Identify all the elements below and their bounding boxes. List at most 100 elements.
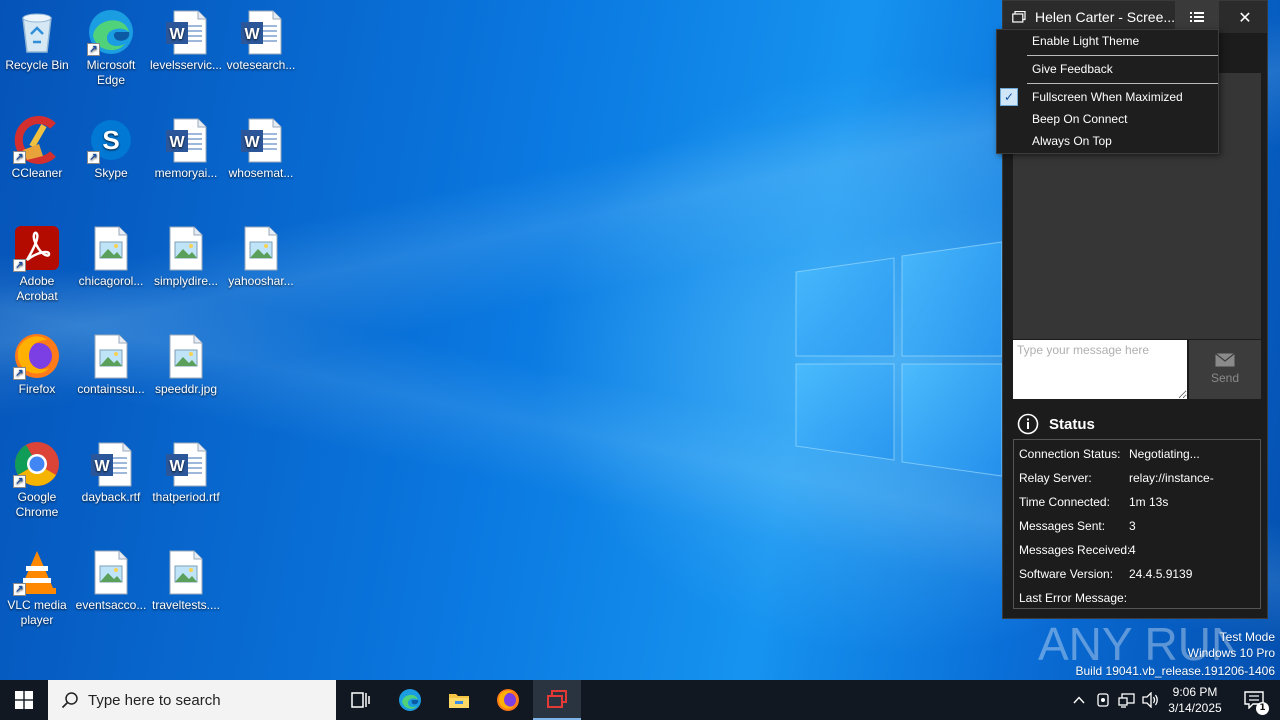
desktop-icon[interactable]: ↗ Adobe Acrobat: [0, 220, 75, 304]
shortcut-arrow-icon: ↗: [13, 583, 26, 596]
desktop-icon[interactable]: Wwhosemat...: [223, 112, 299, 181]
recycle-bin-icon: [13, 8, 61, 56]
desktop-icon-label: Adobe Acrobat: [16, 274, 58, 303]
image-file-icon: [237, 224, 285, 272]
desktop-icon[interactable]: Wthatperiod.rtf: [148, 436, 224, 505]
taskbar-file-explorer-button[interactable]: [435, 680, 483, 720]
menu-item-light-theme[interactable]: Enable Light Theme: [997, 30, 1218, 52]
desktop-icon[interactable]: Wvotesearch...: [223, 4, 299, 73]
desktop-icon-label: yahooshar...: [228, 274, 294, 288]
close-button[interactable]: ✕: [1223, 1, 1267, 33]
desktop-icon[interactable]: Recycle Bin: [0, 4, 75, 73]
tray-overflow-button[interactable]: [1068, 680, 1090, 720]
svg-text:S: S: [102, 125, 119, 155]
status-header: Status: [1017, 413, 1095, 435]
svg-text:W: W: [169, 458, 185, 475]
message-input[interactable]: [1013, 340, 1187, 399]
close-icon: ✕: [1238, 7, 1252, 27]
desktop-icon-label: memoryai...: [154, 166, 218, 180]
image-file-icon: [162, 224, 210, 272]
status-row: Messages Received: 4: [1014, 538, 1260, 562]
status-key: Last Error Message:: [1019, 591, 1128, 605]
desktop-icon[interactable]: traveltests....: [148, 544, 224, 613]
clock-date: 3/14/2025: [1168, 701, 1222, 715]
taskbar-search-box[interactable]: Type here to search: [48, 680, 336, 720]
shortcut-arrow-icon: ↗: [13, 259, 26, 272]
taskbar-firefox-button[interactable]: [484, 680, 532, 720]
status-value: 4: [1129, 543, 1136, 557]
send-button[interactable]: Send: [1189, 340, 1261, 399]
taskbar-remote-support-button[interactable]: [533, 680, 581, 720]
desktop-icon[interactable]: Wmemoryai...: [148, 112, 224, 181]
status-key: Messages Received:: [1019, 543, 1131, 557]
status-row: Messages Sent: 3: [1014, 514, 1260, 538]
status-value: 1m 13s: [1129, 495, 1169, 509]
taskbar-clock[interactable]: 9:06 PM 3/14/2025: [1162, 684, 1228, 716]
send-label: Send: [1210, 371, 1240, 385]
status-row: Last Error Message:: [1014, 586, 1260, 610]
shortcut-arrow-icon: ↗: [87, 151, 100, 164]
tray-remote-button[interactable]: [1092, 680, 1114, 720]
desktop-icon[interactable]: Wlevelsservic...: [148, 4, 224, 73]
desktop-icon[interactable]: containssu...: [73, 328, 149, 397]
desktop-icon-label: levelsservic...: [149, 58, 223, 72]
desktop-icon-label: speeddr.jpg: [154, 382, 218, 396]
desktop-icon-label: Firefox: [18, 382, 56, 396]
menu-item-give-feedback[interactable]: Give Feedback: [997, 58, 1218, 80]
desktop-icon-label: votesearch...: [226, 58, 296, 72]
firefox-icon: [497, 689, 519, 711]
firefox-icon: ↗: [13, 332, 61, 380]
menu-item-beep-on-connect[interactable]: Beep On Connect: [997, 108, 1218, 130]
edge-icon: [399, 689, 421, 711]
svg-text:W: W: [169, 26, 185, 43]
desktop-icon-label: simplydire...: [153, 274, 218, 288]
start-button[interactable]: [0, 680, 48, 720]
desktop-icon-label: thatperiod.rtf: [152, 490, 220, 504]
status-key: Messages Sent:: [1019, 519, 1106, 533]
shortcut-arrow-icon: ↗: [13, 151, 26, 164]
desktop-icon-label: chicagorol...: [78, 274, 144, 288]
watermark-brand: ANY RUN: [1038, 618, 1233, 670]
desktop-icon[interactable]: speeddr.jpg: [148, 328, 224, 397]
menu-item-label: Beep On Connect: [1032, 112, 1128, 126]
status-row: Time Connected: 1m 13s: [1014, 490, 1260, 514]
desktop-icon-label: Microsoft Edge: [86, 58, 136, 87]
tray-network-button[interactable]: [1116, 680, 1138, 720]
status-key: Time Connected:: [1019, 495, 1110, 509]
anyrun-watermark-logo: ANY RUN: [1038, 618, 1233, 670]
desktop-icon[interactable]: Wdayback.rtf: [73, 436, 149, 505]
taskbar-edge-button[interactable]: [386, 680, 434, 720]
task-view-button[interactable]: [336, 680, 384, 720]
svg-text:W: W: [94, 458, 110, 475]
tray-volume-button[interactable]: [1140, 680, 1162, 720]
desktop-icon[interactable]: ↗ Microsoft Edge: [73, 4, 149, 88]
windows-start-icon: [15, 691, 33, 709]
window-restore-icon: [1012, 11, 1026, 23]
desktop-icon[interactable]: chicagorol...: [73, 220, 149, 289]
status-key: Connection Status:: [1019, 447, 1121, 461]
action-center-button[interactable]: 1: [1236, 680, 1272, 720]
acrobat-icon: ↗: [13, 224, 61, 272]
menu-item-fullscreen-maximized[interactable]: ✓ Fullscreen When Maximized: [997, 86, 1218, 108]
desktop-icon[interactable]: simplydire...: [148, 220, 224, 289]
menu-item-label: Always On Top: [1032, 134, 1112, 148]
image-file-icon: [87, 224, 135, 272]
menu-item-always-on-top[interactable]: Always On Top: [997, 130, 1218, 152]
desktop-icon-label: Recycle Bin: [5, 58, 69, 72]
desktop-icon[interactable]: ↗ VLC media player: [0, 544, 75, 628]
desktop-icon[interactable]: ↗ Google Chrome: [0, 436, 75, 520]
desktop-icon-label: dayback.rtf: [81, 490, 141, 504]
desktop-icon[interactable]: ↗ Firefox: [0, 328, 75, 397]
remote-tray-icon: [1097, 693, 1109, 707]
menu-item-label: Give Feedback: [1032, 62, 1113, 76]
word-doc-icon: W: [162, 440, 210, 488]
options-dropdown-menu: Enable Light Theme Give Feedback ✓ Fulls…: [996, 29, 1219, 154]
desktop-icon[interactable]: ↗ CCleaner: [0, 112, 75, 181]
image-file-icon: [87, 548, 135, 596]
word-doc-icon: W: [162, 8, 210, 56]
status-key: Relay Server:: [1019, 471, 1092, 485]
desktop-icon[interactable]: S ↗ Skype: [73, 112, 149, 181]
menu-separator: [1027, 55, 1218, 56]
desktop-icon[interactable]: eventsacco...: [73, 544, 149, 613]
desktop-icon[interactable]: yahooshar...: [223, 220, 299, 289]
